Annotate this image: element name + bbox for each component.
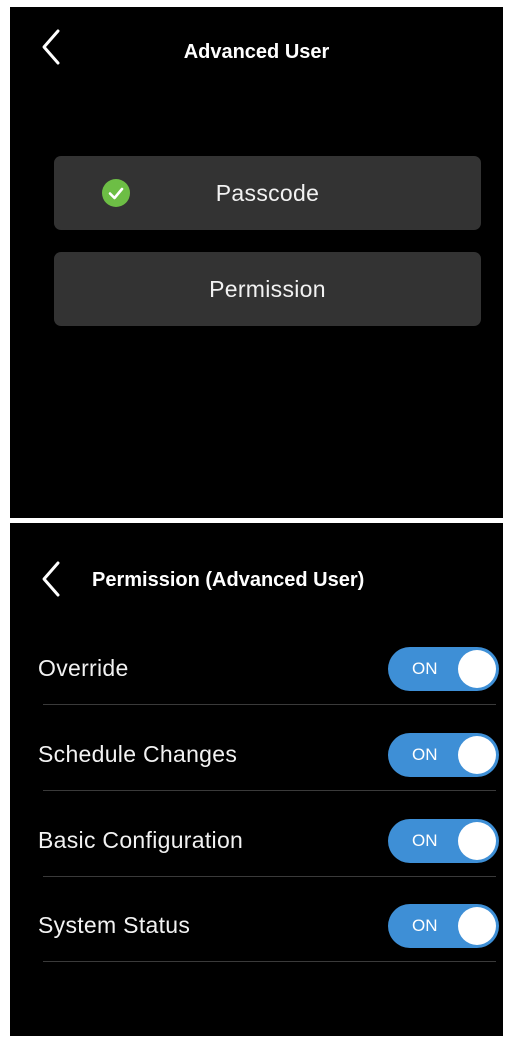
- permission-label: Basic Configuration: [38, 827, 244, 853]
- advanced-user-screen: Advanced User Passcode Permission: [10, 7, 503, 518]
- permission-label: System Status: [38, 912, 191, 938]
- toggle-state: ON: [412, 831, 438, 850]
- toggle-knob: [458, 736, 496, 774]
- divider: [43, 961, 496, 962]
- schedule-changes-toggle[interactable]: ON: [388, 733, 499, 777]
- divider: [43, 704, 496, 705]
- toggle-knob: [458, 822, 496, 860]
- toggle-knob: [458, 650, 496, 688]
- override-toggle[interactable]: ON: [388, 647, 499, 691]
- passcode-label: Passcode: [215, 180, 320, 206]
- permission-row-basic-configuration: Basic Configuration ON: [38, 810, 499, 896]
- passcode-button[interactable]: Passcode: [54, 156, 481, 230]
- permission-row-override: Override ON: [38, 638, 499, 724]
- toggle-state: ON: [412, 916, 438, 935]
- permission-screen: Permission (Advanced User) Override ON S…: [10, 523, 503, 1036]
- permission-label: Schedule Changes: [38, 741, 238, 767]
- divider: [43, 876, 496, 877]
- divider: [43, 790, 496, 791]
- toggle-knob: [458, 907, 496, 945]
- basic-configuration-toggle[interactable]: ON: [388, 819, 499, 863]
- toggle-state: ON: [412, 745, 438, 764]
- toggle-state: ON: [412, 659, 438, 678]
- permission-label: Override: [38, 655, 129, 681]
- permission-button[interactable]: Permission: [54, 252, 481, 326]
- system-status-toggle[interactable]: ON: [388, 904, 499, 948]
- permission-row-system-status: System Status ON: [38, 895, 499, 981]
- permission-label: Permission: [209, 276, 326, 302]
- permission-row-schedule-changes: Schedule Changes ON: [38, 724, 499, 810]
- page-title: Permission (Advanced User): [92, 569, 365, 591]
- back-chevron-icon[interactable]: [38, 559, 66, 599]
- page-title: Advanced User: [183, 41, 330, 63]
